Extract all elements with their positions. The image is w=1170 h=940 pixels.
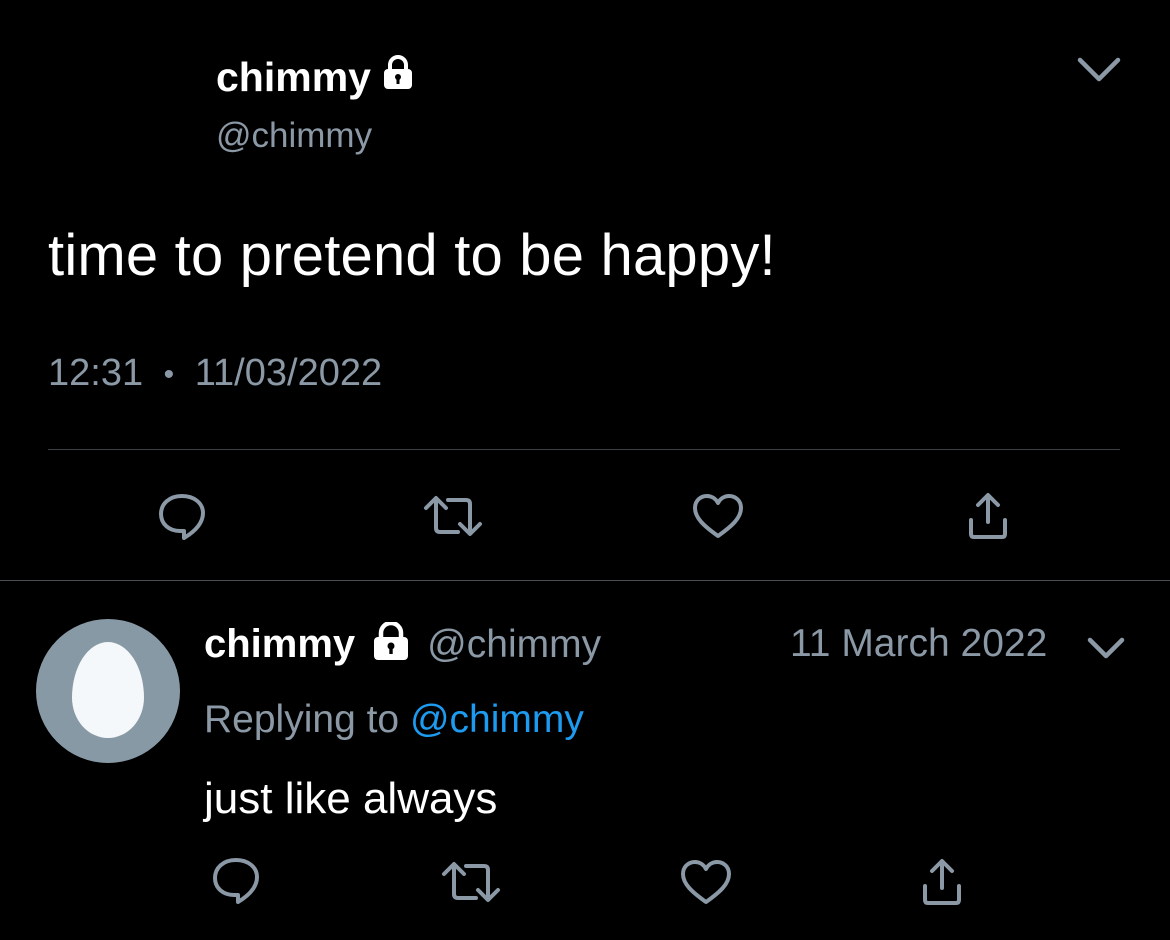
share-icon bbox=[969, 493, 1007, 539]
divider bbox=[0, 580, 1170, 581]
main-tweet-handle[interactable]: @chimmy bbox=[216, 116, 372, 156]
retweet-button[interactable] bbox=[420, 490, 486, 542]
meta-separator: • bbox=[163, 357, 175, 391]
replying-to-line: Replying to @chimmy bbox=[204, 698, 584, 742]
chevron-down-icon[interactable] bbox=[1074, 50, 1124, 90]
divider bbox=[48, 449, 1120, 450]
reply-tweet-author[interactable]: chimmy @chimmy bbox=[204, 620, 601, 667]
tweet-time: 12:31 bbox=[48, 352, 144, 394]
retweet-button[interactable] bbox=[438, 856, 504, 908]
mention-link[interactable]: @chimmy bbox=[410, 698, 584, 741]
reply-tweet-handle[interactable]: @chimmy bbox=[427, 623, 601, 667]
display-name[interactable]: chimmy bbox=[204, 622, 355, 667]
chevron-down-icon[interactable] bbox=[1084, 630, 1128, 666]
lock-icon bbox=[369, 620, 413, 667]
main-tweet-author[interactable]: chimmy bbox=[216, 54, 417, 101]
share-button[interactable] bbox=[960, 488, 1016, 544]
like-icon bbox=[693, 494, 743, 538]
main-tweet-timestamp[interactable]: 12:31 • 11/03/2022 bbox=[48, 352, 382, 395]
retweet-icon bbox=[442, 862, 500, 902]
replying-prefix: Replying to bbox=[204, 698, 400, 741]
share-button[interactable] bbox=[914, 854, 970, 910]
reply-button[interactable] bbox=[206, 854, 266, 906]
share-icon bbox=[923, 859, 961, 905]
reply-tweet-text: just like always bbox=[204, 774, 498, 823]
reply-button[interactable] bbox=[152, 490, 212, 542]
reply-icon bbox=[213, 858, 259, 904]
reply-icon bbox=[159, 494, 205, 540]
like-icon bbox=[681, 860, 731, 904]
lock-icon bbox=[379, 54, 417, 101]
default-egg-avatar bbox=[72, 642, 144, 738]
avatar[interactable] bbox=[36, 619, 180, 763]
reply-tweet-date[interactable]: 11 March 2022 bbox=[790, 622, 1047, 666]
tweet-date: 11/03/2022 bbox=[194, 352, 383, 394]
like-button[interactable] bbox=[678, 856, 734, 908]
like-button[interactable] bbox=[690, 490, 746, 542]
main-tweet-text: time to pretend to be happy! bbox=[48, 223, 776, 288]
display-name[interactable]: chimmy bbox=[216, 54, 371, 101]
retweet-icon bbox=[424, 496, 482, 536]
